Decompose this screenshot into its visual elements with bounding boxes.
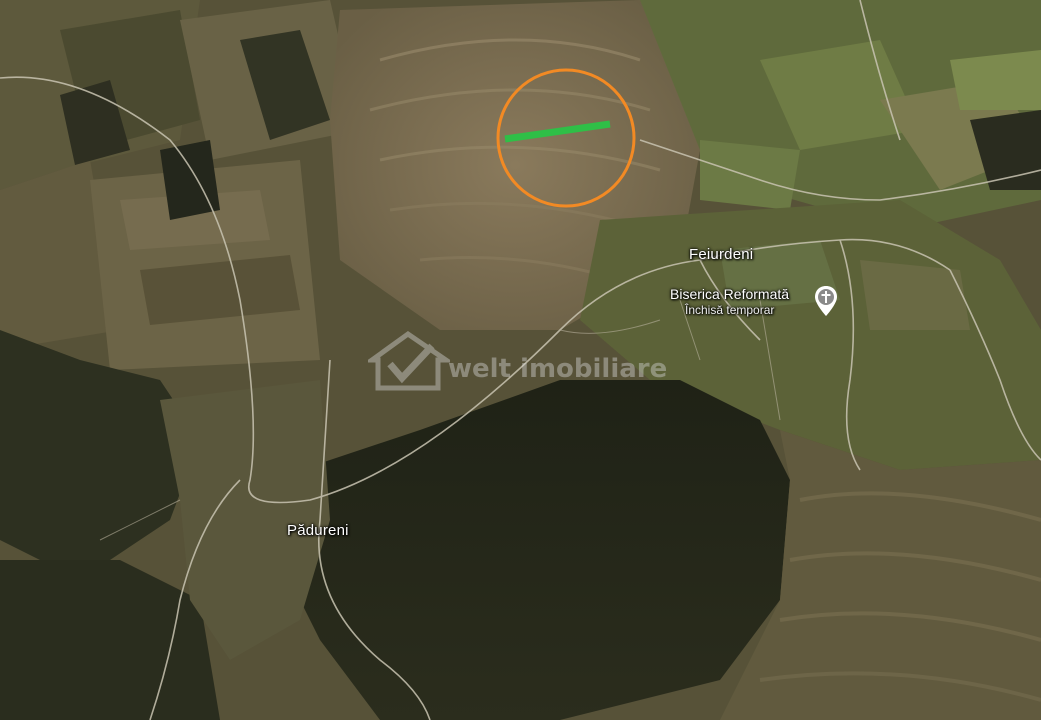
poi-status: Închisă temporar <box>685 303 775 317</box>
watermark: welt imobiliare <box>368 330 668 392</box>
watermark-text: welt imobiliare <box>448 354 668 384</box>
satellite-map[interactable]: welt imobiliare Feiurdeni Pădureni Biser… <box>0 0 1041 720</box>
place-label-feiurdeni[interactable]: Feiurdeni <box>689 246 753 263</box>
farm-fields-right <box>640 0 1041 230</box>
house-check-icon <box>368 330 450 391</box>
place-label-padureni[interactable]: Pădureni <box>287 522 349 539</box>
poi-name: Biserica Reformată <box>670 286 790 302</box>
cross-icon[interactable] <box>814 285 838 317</box>
